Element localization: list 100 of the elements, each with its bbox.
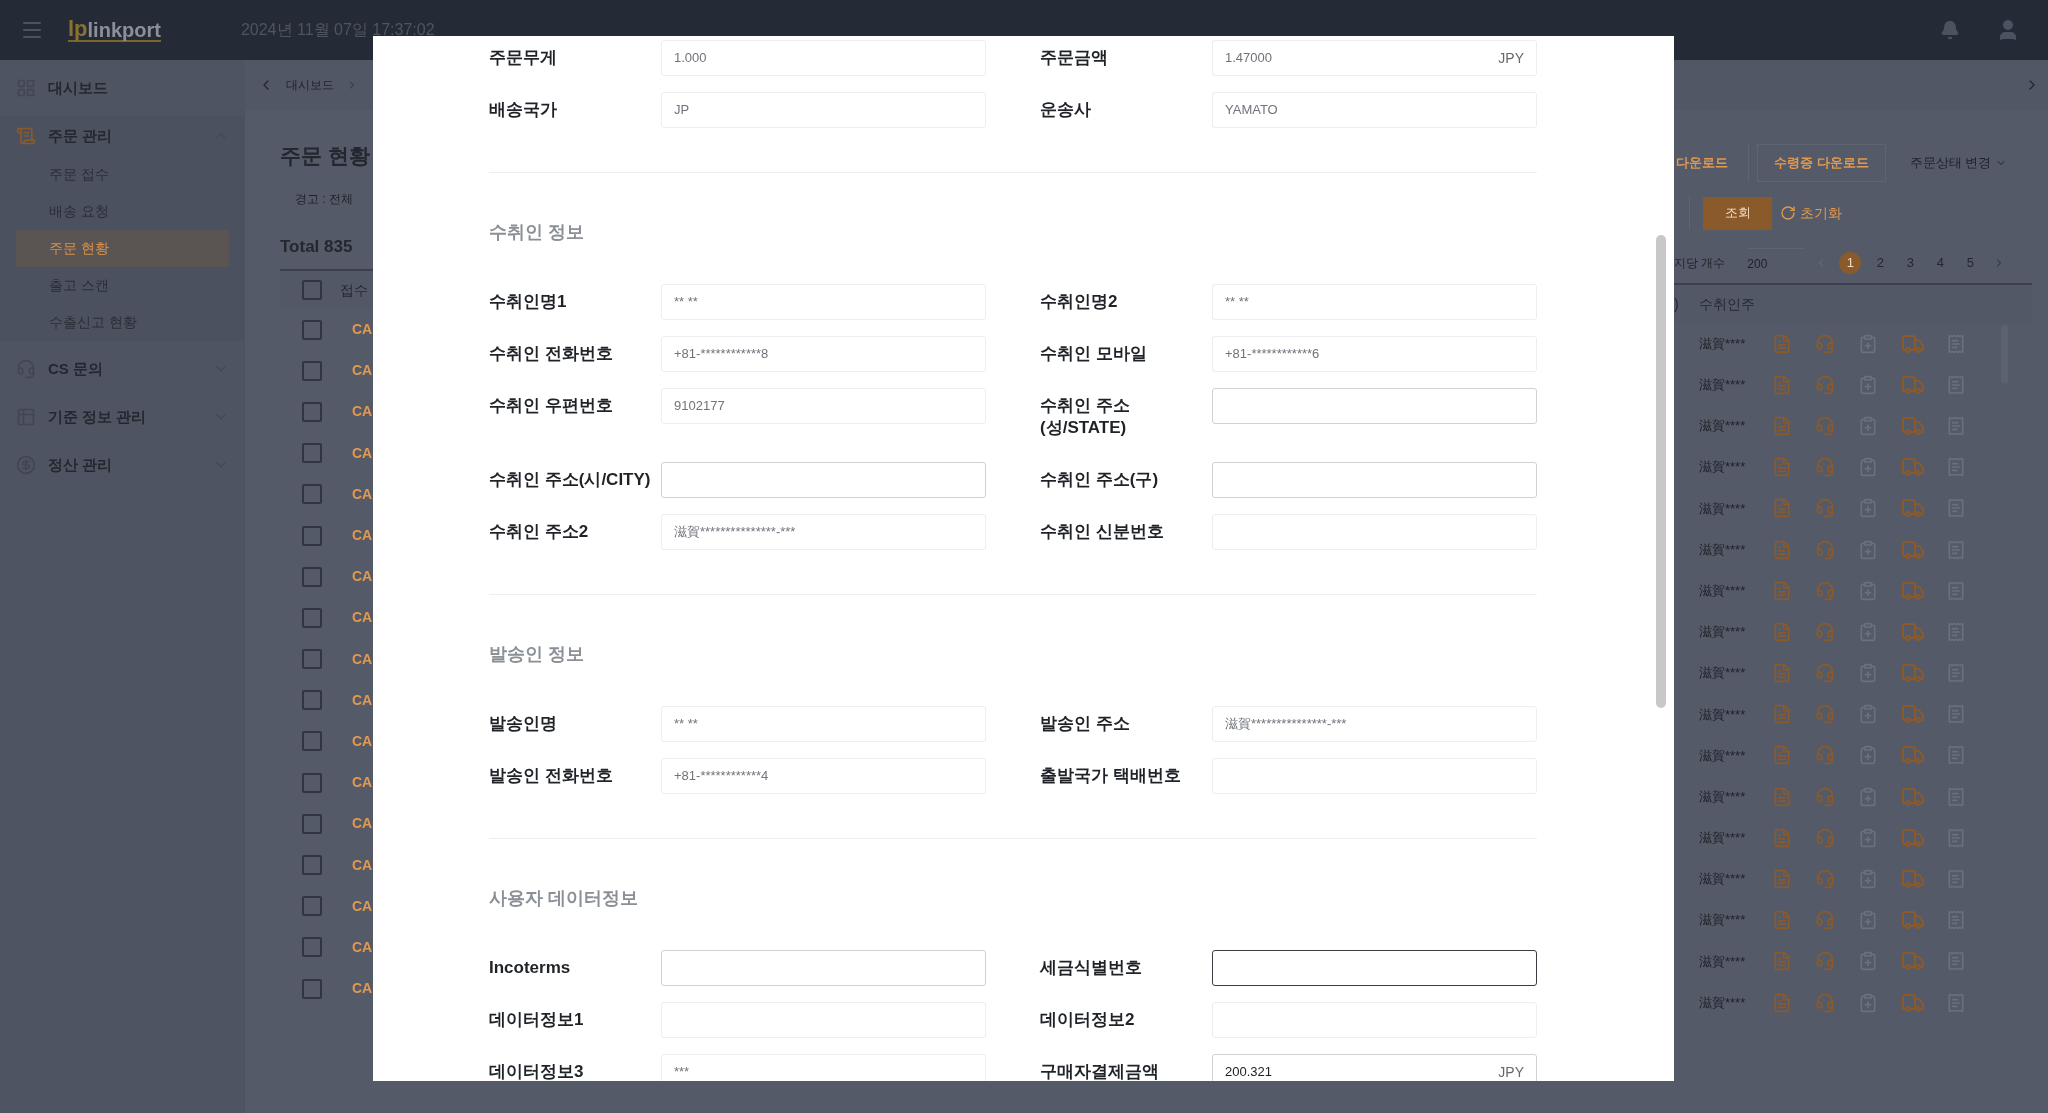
receipt-icon[interactable] — [1946, 415, 1966, 436]
checkbox[interactable] — [302, 772, 322, 793]
document-icon[interactable] — [1772, 539, 1792, 560]
document-icon[interactable] — [1772, 745, 1792, 766]
receipt-icon[interactable] — [1946, 663, 1966, 684]
headset-icon[interactable] — [1815, 869, 1835, 890]
checkbox[interactable] — [302, 896, 322, 917]
headset-icon[interactable] — [1815, 457, 1835, 478]
receipt-icon[interactable] — [1946, 580, 1966, 601]
text-field[interactable]: 1.000 — [661, 40, 986, 76]
clipboard-icon[interactable] — [1858, 539, 1878, 560]
text-field[interactable]: 9102177 — [661, 388, 986, 424]
receipt-icon[interactable] — [1946, 827, 1966, 848]
clipboard-icon[interactable] — [1858, 992, 1878, 1013]
headset-icon[interactable] — [1815, 745, 1835, 766]
order-code[interactable]: CA — [352, 730, 373, 752]
document-icon[interactable] — [1772, 498, 1792, 519]
text-field[interactable]: 200.321 JPY — [1212, 1054, 1537, 1081]
order-code[interactable]: CA — [352, 607, 373, 629]
document-icon[interactable] — [1772, 621, 1792, 642]
clipboard-icon[interactable] — [1858, 498, 1878, 519]
document-icon[interactable] — [1772, 580, 1792, 601]
clipboard-icon[interactable] — [1858, 786, 1878, 807]
document-icon[interactable] — [1772, 992, 1792, 1013]
order-code[interactable]: CA — [352, 648, 373, 670]
document-icon[interactable] — [1772, 374, 1792, 395]
checkbox[interactable] — [302, 649, 322, 670]
headset-icon[interactable] — [1815, 910, 1835, 931]
order-code[interactable]: CA — [352, 401, 373, 423]
clipboard-icon[interactable] — [1858, 663, 1878, 684]
headset-icon[interactable] — [1815, 415, 1835, 436]
headset-icon[interactable] — [1815, 951, 1835, 972]
document-icon[interactable] — [1772, 415, 1792, 436]
receipt-icon[interactable] — [1946, 869, 1966, 890]
headset-icon[interactable] — [1815, 498, 1835, 519]
clipboard-icon[interactable] — [1858, 704, 1878, 725]
document-icon[interactable] — [1772, 457, 1792, 478]
text-field[interactable]: YAMATO — [1212, 92, 1537, 128]
document-icon[interactable] — [1772, 827, 1792, 848]
order-code[interactable]: CA — [352, 360, 373, 382]
search-button[interactable]: 조회 — [1703, 196, 1772, 230]
clipboard-icon[interactable] — [1858, 745, 1878, 766]
checkbox[interactable] — [302, 855, 322, 876]
notification-icon[interactable] — [1940, 20, 1960, 40]
page-size-select[interactable]: 200 — [1747, 248, 1806, 278]
page-button[interactable]: 3 — [1899, 252, 1922, 274]
text-field[interactable]: 滋賀***************-*** — [1212, 706, 1537, 742]
receipt-icon[interactable] — [1946, 374, 1966, 395]
checkbox[interactable] — [302, 360, 322, 381]
checkbox[interactable] — [302, 566, 322, 587]
headset-icon[interactable] — [1815, 663, 1835, 684]
clipboard-icon[interactable] — [1858, 333, 1878, 354]
headset-icon[interactable] — [1815, 704, 1835, 725]
text-field[interactable]: +81-************4 — [661, 758, 986, 794]
receipt-icon[interactable] — [1946, 333, 1966, 354]
receipt-icon[interactable] — [1946, 745, 1966, 766]
checkbox[interactable] — [302, 937, 322, 958]
receipt-icon[interactable] — [1946, 910, 1966, 931]
document-icon[interactable] — [1772, 663, 1792, 684]
text-field[interactable]: +81-************6 — [1212, 336, 1537, 372]
headset-icon[interactable] — [1815, 827, 1835, 848]
receipt-icon[interactable] — [1946, 621, 1966, 642]
headset-icon[interactable] — [1815, 580, 1835, 601]
text-field[interactable] — [1212, 950, 1537, 986]
text-field[interactable]: +81-************8 — [661, 336, 986, 372]
clipboard-icon[interactable] — [1858, 580, 1878, 601]
document-icon[interactable] — [1772, 951, 1792, 972]
headset-icon[interactable] — [1815, 374, 1835, 395]
document-icon[interactable] — [1772, 869, 1792, 890]
order-code[interactable]: CA — [352, 483, 373, 505]
order-code[interactable]: CA — [352, 566, 373, 588]
clipboard-icon[interactable] — [1858, 869, 1878, 890]
page-button[interactable]: 5 — [1959, 252, 1982, 274]
receipt-icon[interactable] — [1946, 457, 1966, 478]
receipt-icon[interactable] — [1946, 704, 1966, 725]
order-code[interactable]: CA — [352, 813, 373, 835]
order-code[interactable]: CA — [352, 854, 373, 876]
clipboard-icon[interactable] — [1858, 951, 1878, 972]
order-code[interactable]: CA — [352, 772, 373, 794]
receipt-icon[interactable] — [1946, 786, 1966, 807]
text-field[interactable]: ** ** — [661, 284, 986, 320]
page-button[interactable]: 4 — [1929, 252, 1952, 274]
receipt-icon[interactable] — [1946, 992, 1966, 1013]
status-dropdown[interactable]: 주문상태 변경 — [1901, 143, 2016, 182]
clipboard-icon[interactable] — [1858, 415, 1878, 436]
reset-button[interactable]: 초기화 — [1780, 202, 1842, 224]
scrollbar-thumb[interactable] — [1656, 235, 1666, 708]
order-code[interactable]: CA — [352, 525, 373, 547]
order-code[interactable]: CA — [352, 978, 373, 1000]
order-code[interactable]: CA — [352, 442, 373, 464]
document-icon[interactable] — [1772, 910, 1792, 931]
clipboard-icon[interactable] — [1858, 457, 1878, 478]
receipt-icon[interactable] — [1946, 951, 1966, 972]
document-icon[interactable] — [1772, 704, 1792, 725]
receipt-icon[interactable] — [1946, 539, 1966, 560]
checkbox[interactable] — [302, 280, 322, 300]
clipboard-icon[interactable] — [1858, 374, 1878, 395]
checkbox[interactable] — [302, 978, 322, 999]
text-field[interactable]: 1.47000 JPY — [1212, 40, 1537, 76]
checkbox[interactable] — [302, 690, 322, 711]
